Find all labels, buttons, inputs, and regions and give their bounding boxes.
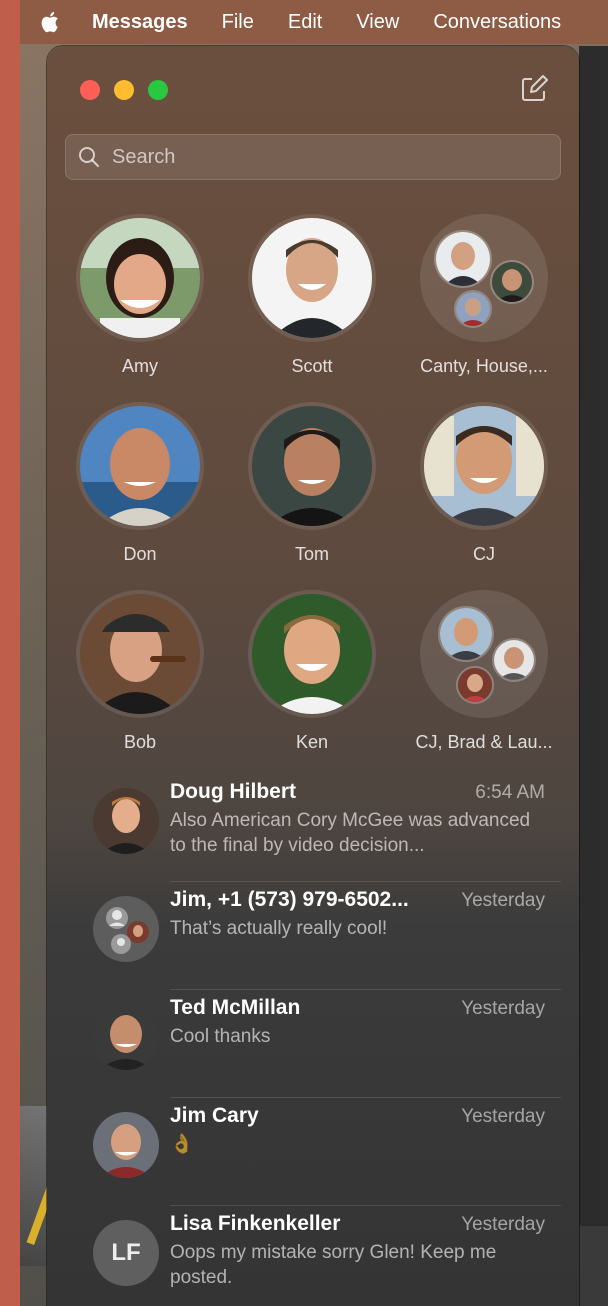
pinned-halo bbox=[76, 214, 204, 342]
avatar bbox=[80, 594, 200, 714]
pinned-name: Canty, House,... bbox=[420, 356, 548, 376]
avatar bbox=[80, 218, 200, 338]
pinned-halo bbox=[248, 590, 376, 718]
pinned-halo bbox=[76, 590, 204, 718]
conversation-name: Ted McMillan bbox=[170, 996, 301, 1019]
pinned-halo bbox=[420, 402, 548, 530]
conversation-time: 6:54 AM bbox=[475, 782, 545, 803]
conversation-row-lisa-finkenkeller[interactable]: LF Lisa Finkenkeller Yesterday Oops my m… bbox=[47, 1206, 579, 1306]
window-controls bbox=[80, 80, 168, 100]
minimize-button[interactable] bbox=[114, 80, 134, 100]
close-button[interactable] bbox=[80, 80, 100, 100]
group-member-avatar bbox=[490, 260, 534, 304]
group-member-avatar bbox=[438, 606, 494, 662]
pinned-conversation-cj[interactable]: CJ bbox=[399, 402, 569, 565]
pinned-halo bbox=[248, 402, 376, 530]
conversation-row-doug-hilbert[interactable]: Doug Hilbert 6:54 AM Also American Cory … bbox=[47, 774, 579, 882]
conversation-pane-edge-bottom bbox=[579, 1226, 608, 1306]
conversation-row-jim-cary[interactable]: Jim Cary Yesterday 👌 bbox=[47, 1098, 579, 1206]
pinned-halo-group bbox=[420, 214, 548, 342]
messages-window: Amy Scott bbox=[47, 46, 579, 1306]
pinned-name: CJ, Brad & Lau... bbox=[415, 732, 553, 752]
conversation-preview: Oops my mistake sorry Glen! Keep me post… bbox=[170, 1242, 497, 1288]
avatar bbox=[80, 406, 200, 526]
pinned-conversation-scott[interactable]: Scott bbox=[227, 214, 397, 377]
search-field[interactable] bbox=[65, 134, 561, 180]
pinned-name: Ken bbox=[295, 732, 329, 752]
avatar bbox=[252, 406, 372, 526]
conversation-name: Jim Cary bbox=[170, 1104, 259, 1127]
conversation-time: Yesterday bbox=[461, 998, 545, 1019]
avatar bbox=[93, 788, 159, 854]
pinned-conversation-bob[interactable]: Bob bbox=[55, 590, 225, 753]
group-member-avatar bbox=[434, 230, 492, 288]
menu-messages[interactable]: Messages bbox=[92, 11, 188, 34]
pinned-halo-group bbox=[420, 590, 548, 718]
pinned-name: Amy bbox=[122, 356, 158, 376]
avatar bbox=[93, 1112, 159, 1178]
menu-view[interactable]: View bbox=[356, 11, 399, 34]
avatar bbox=[252, 218, 372, 338]
avatar: LF bbox=[93, 1220, 159, 1286]
conversation-preview: Also American Cory McGee was advanced to… bbox=[170, 810, 531, 856]
avatar bbox=[252, 594, 372, 714]
pinned-name: CJ bbox=[473, 544, 495, 564]
avatar bbox=[93, 1004, 159, 1070]
conversation-time: Yesterday bbox=[461, 1106, 545, 1127]
pinned-name: Bob bbox=[123, 732, 157, 752]
avatar bbox=[424, 406, 544, 526]
conversation-name: Jim, +1 (573) 979-6502... bbox=[170, 888, 409, 911]
pinned-name: Tom bbox=[294, 544, 329, 564]
conversation-name: Doug Hilbert bbox=[170, 780, 296, 803]
menu-conversations[interactable]: Conversations bbox=[433, 11, 561, 34]
menu-bar: Messages File Edit View Conversations bbox=[20, 0, 608, 44]
zoom-button[interactable] bbox=[148, 80, 168, 100]
group-member-avatar bbox=[492, 638, 536, 682]
pinned-group-canty-house[interactable]: Canty, House,... bbox=[399, 214, 569, 377]
search-icon bbox=[79, 147, 99, 167]
pinned-conversation-don[interactable]: Don bbox=[55, 402, 225, 565]
conversation-row-jim-group[interactable]: Jim, +1 (573) 979-6502... Yesterday That… bbox=[47, 882, 579, 990]
pinned-conversation-ken[interactable]: Ken bbox=[227, 590, 397, 753]
apple-menu-icon[interactable] bbox=[40, 10, 62, 34]
conversation-preview: 👌 bbox=[170, 1134, 194, 1155]
pinned-name: Scott bbox=[291, 356, 333, 376]
pinned-halo bbox=[76, 402, 204, 530]
conversation-row-ted-mcmillan[interactable]: Ted McMillan Yesterday Cool thanks bbox=[47, 990, 579, 1098]
pinned-conversation-tom[interactable]: Tom bbox=[227, 402, 397, 565]
search-input[interactable] bbox=[110, 144, 544, 170]
menu-file[interactable]: File bbox=[222, 11, 254, 34]
group-member-avatar bbox=[456, 666, 494, 704]
conversation-time: Yesterday bbox=[461, 890, 545, 911]
conversation-preview: That’s actually really cool! bbox=[170, 918, 388, 939]
conversation-pane-edge bbox=[579, 46, 608, 1226]
pinned-group-cj-brad-lau[interactable]: CJ, Brad & Lau... bbox=[399, 590, 569, 753]
avatar-initials: LF bbox=[93, 1220, 159, 1286]
menu-edit[interactable]: Edit bbox=[288, 11, 322, 34]
compose-icon[interactable] bbox=[519, 74, 549, 104]
conversation-name: Lisa Finkenkeller bbox=[170, 1212, 341, 1235]
pinned-name: Don bbox=[123, 544, 157, 564]
pinned-halo bbox=[248, 214, 376, 342]
avatar bbox=[93, 896, 159, 962]
group-member-avatar bbox=[454, 290, 492, 328]
conversation-time: Yesterday bbox=[461, 1214, 545, 1235]
pinned-conversation-amy[interactable]: Amy bbox=[55, 214, 225, 377]
conversation-preview: Cool thanks bbox=[170, 1026, 271, 1047]
